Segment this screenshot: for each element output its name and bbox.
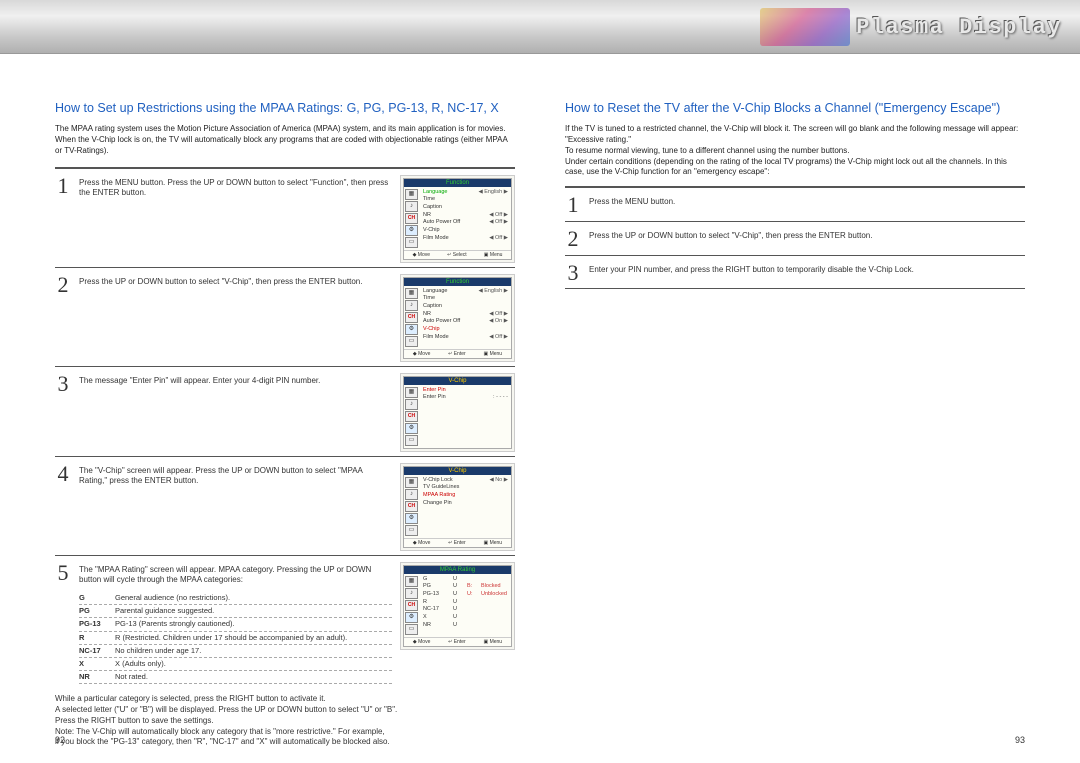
- sound-icon: ♪: [405, 201, 418, 212]
- left-footer-note: While a particular category is selected,…: [55, 694, 515, 748]
- circuit-art: [760, 8, 850, 46]
- step-text: Press the MENU button. Press the UP or D…: [79, 175, 392, 200]
- step-5: 5 The "MPAA Rating" screen will appear. …: [55, 555, 515, 688]
- right-intro: If the TV is tuned to a restricted chann…: [565, 124, 1025, 178]
- r-step-3: 3 Enter your PIN number, and press the R…: [565, 255, 1025, 289]
- channel-icon: CH: [405, 213, 418, 224]
- illustration-function-2: Function ▦ ♪ CH ⚙ ▭ Language◀ English ▶T…: [400, 274, 515, 362]
- step-4: 4 The "V-Chip" screen will appear. Press…: [55, 456, 515, 555]
- page-number-right: 93: [1015, 735, 1025, 745]
- r-step-1: 1 Press the MENU button.: [565, 187, 1025, 221]
- right-title: How to Reset the TV after the V-Chip Blo…: [565, 100, 1025, 116]
- brand-text: Plasma Display: [856, 15, 1062, 40]
- function-icon: ⚙: [405, 225, 418, 236]
- illustration-enter-pin: V-Chip ▦ ♪ CH ⚙ ▭ Enter Pin Enter Pin: -…: [400, 373, 515, 452]
- page-header: Plasma Display: [0, 0, 1080, 54]
- pip-icon: ▭: [405, 237, 418, 248]
- brand-block: Plasma Display: [760, 8, 1062, 46]
- illustration-vchip-menu: V-Chip ▦ ♪ CH ⚙ ▭ V-Chip Lock◀ No ▶TV Gu…: [400, 463, 515, 551]
- step-number: 1: [55, 175, 71, 197]
- left-intro: The MPAA rating system uses the Motion P…: [55, 124, 515, 156]
- illustration-mpaa-rating: MPAA Rating ▦ ♪ CH ⚙ ▭ GUPGUB:BlockedPG-…: [400, 562, 515, 650]
- picture-icon: ▦: [405, 189, 418, 200]
- rating-table: GGeneral audience (no restrictions).PGPa…: [79, 592, 392, 684]
- step-2: 2 Press the UP or DOWN button to select …: [55, 267, 515, 366]
- page-number-left: 92: [55, 735, 65, 745]
- left-title: How to Set up Restrictions using the MPA…: [55, 100, 515, 116]
- step-1: 1 Press the MENU button. Press the UP or…: [55, 168, 515, 267]
- right-page: How to Reset the TV after the V-Chip Blo…: [540, 100, 1050, 748]
- step-3: 3 The message "Enter Pin" will appear. E…: [55, 366, 515, 456]
- left-page: How to Set up Restrictions using the MPA…: [30, 100, 540, 748]
- r-step-2: 2 Press the UP or DOWN button to select …: [565, 221, 1025, 255]
- illustration-function-1: Function ▦ ♪ CH ⚙ ▭ Language◀ English ▶T…: [400, 175, 515, 263]
